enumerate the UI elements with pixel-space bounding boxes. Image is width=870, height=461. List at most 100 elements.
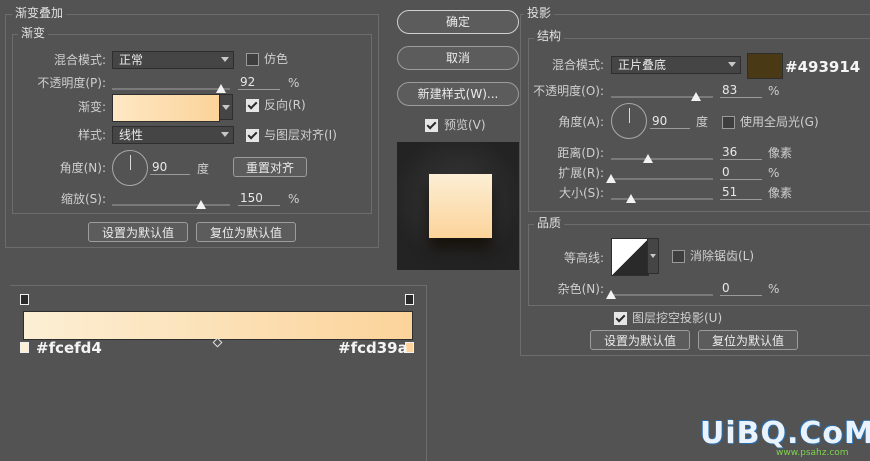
ds-blend-mode-value: 正片叠底 [618, 58, 667, 72]
go-angle-unit: 度 [197, 162, 210, 176]
ok-button[interactable]: 确定 [397, 10, 519, 34]
go-blend-mode-value: 正常 [119, 53, 144, 67]
shadow-color-swatch[interactable] [747, 53, 783, 79]
spread-label: 扩展(R): [558, 166, 604, 180]
align-with-layer-checkbox[interactable] [246, 129, 259, 142]
reverse-checkbox[interactable] [246, 99, 259, 112]
anti-alias-label: 消除锯齿(L) [690, 249, 755, 263]
drop-shadow-title: 投影 [524, 6, 555, 20]
go-angle-dial[interactable] [112, 150, 148, 186]
spread-unit: % [768, 166, 780, 180]
contour-label: 等高线: [563, 251, 604, 265]
distance-thumb[interactable] [642, 154, 653, 163]
scale-label: 缩放(S): [60, 192, 106, 206]
left-color-hex: #fcefd4 [36, 339, 102, 357]
noise-thumb[interactable] [606, 290, 616, 299]
chevron-down-icon [221, 57, 229, 62]
gradient-label: 渐变: [77, 100, 106, 114]
gradient-group-title: 渐变 [18, 26, 49, 40]
noise-label: 杂色(N): [557, 282, 604, 296]
noise-slider[interactable] [606, 290, 713, 299]
ds-blend-mode-select[interactable]: 正片叠底 [611, 56, 741, 74]
watermark-logo: UiBQ.CoM [700, 416, 870, 451]
style-select[interactable]: 线性 [112, 126, 234, 144]
distance-unit: 像素 [768, 146, 793, 160]
reverse-label: 反向(R) [264, 98, 306, 112]
noise-unit: % [768, 282, 780, 296]
anti-alias-checkbox[interactable] [672, 250, 685, 263]
noise-input[interactable]: 0 [720, 280, 762, 296]
scale-unit: % [288, 192, 300, 206]
knockout-label: 图层挖空投影(U) [632, 311, 723, 325]
gradient-swatch[interactable] [112, 94, 220, 122]
right-color-hex: #fcd39a [338, 339, 408, 357]
structure-group-title: 结构 [534, 29, 565, 43]
chevron-down-icon [728, 62, 736, 67]
ds-opacity-unit: % [768, 84, 780, 98]
ds-reset-default-button[interactable]: 复位为默认值 [698, 330, 798, 350]
go-blend-mode-label: 混合模式: [53, 53, 106, 67]
ds-opacity-thumb[interactable] [690, 92, 701, 101]
go-reset-default-button[interactable]: 复位为默认值 [196, 222, 296, 242]
global-light-label: 使用全局光(G) [740, 115, 819, 129]
distance-slider[interactable] [611, 154, 713, 163]
contour-preview[interactable] [611, 238, 649, 276]
ds-opacity-slider[interactable] [611, 92, 713, 101]
ds-angle-unit: 度 [696, 115, 709, 129]
distance-input[interactable]: 36 [720, 144, 762, 160]
reset-align-button[interactable]: 重置对齐 [233, 157, 307, 177]
spread-slider[interactable] [606, 174, 713, 183]
ds-angle-input[interactable]: 90 [650, 113, 690, 129]
ds-set-default-button[interactable]: 设置为默认值 [590, 330, 690, 350]
size-label: 大小(S): [558, 186, 604, 200]
ds-blend-mode-label: 混合模式: [551, 58, 604, 72]
go-opacity-slider[interactable] [112, 84, 230, 93]
quality-group-title: 品质 [534, 216, 565, 230]
ds-opacity-input[interactable]: 83 [720, 82, 762, 98]
dither-label: 仿色 [264, 52, 289, 66]
global-light-checkbox[interactable] [722, 116, 735, 129]
preview-checkbox[interactable] [425, 119, 438, 132]
new-style-button[interactable]: 新建样式(W)... [397, 82, 519, 106]
scale-input[interactable]: 150 [238, 190, 280, 206]
spread-thumb[interactable] [606, 174, 616, 183]
knockout-checkbox[interactable] [614, 312, 627, 325]
size-slider[interactable] [611, 194, 713, 203]
size-input[interactable]: 51 [720, 184, 762, 200]
color-stop-left[interactable] [20, 342, 29, 353]
spread-input[interactable]: 0 [720, 164, 762, 180]
go-opacity-label: 不透明度(P): [37, 76, 106, 90]
go-opacity-input[interactable]: 92 [238, 74, 280, 90]
style-value: 线性 [119, 128, 144, 142]
contour-dropdown[interactable] [647, 238, 659, 274]
size-thumb[interactable] [626, 194, 637, 203]
distance-label: 距离(D): [557, 146, 604, 160]
ds-angle-label: 角度(A): [558, 115, 604, 129]
chevron-down-icon [650, 254, 656, 258]
scale-slider[interactable] [112, 200, 230, 209]
shadow-color-hex: #493914 [785, 58, 861, 76]
dither-checkbox[interactable] [246, 53, 259, 66]
gradient-overlay-title: 渐变叠加 [12, 6, 67, 20]
go-opacity-unit: % [288, 76, 300, 90]
gradient-dropdown[interactable] [219, 94, 233, 120]
gradient-bar[interactable] [23, 311, 413, 340]
align-with-layer-label: 与图层对齐(I) [264, 128, 337, 142]
cancel-button[interactable]: 取消 [397, 46, 519, 70]
chevron-down-icon [222, 105, 230, 110]
ds-angle-dial[interactable] [611, 103, 647, 139]
opacity-stop-right[interactable] [405, 294, 414, 305]
size-unit: 像素 [768, 186, 793, 200]
go-opacity-thumb[interactable] [215, 84, 226, 93]
go-blend-mode-select[interactable]: 正常 [112, 51, 234, 69]
watermark-url: www.psahz.com [776, 448, 849, 458]
preview-label: 预览(V) [444, 118, 486, 132]
style-label: 样式: [77, 128, 106, 142]
go-set-default-button[interactable]: 设置为默认值 [88, 222, 188, 242]
go-angle-label: 角度(N): [59, 161, 106, 175]
preview-tile [429, 174, 492, 238]
scale-thumb[interactable] [195, 200, 206, 209]
chevron-down-icon [221, 132, 229, 137]
opacity-stop-left[interactable] [20, 294, 29, 305]
go-angle-input[interactable]: 90 [150, 159, 190, 175]
